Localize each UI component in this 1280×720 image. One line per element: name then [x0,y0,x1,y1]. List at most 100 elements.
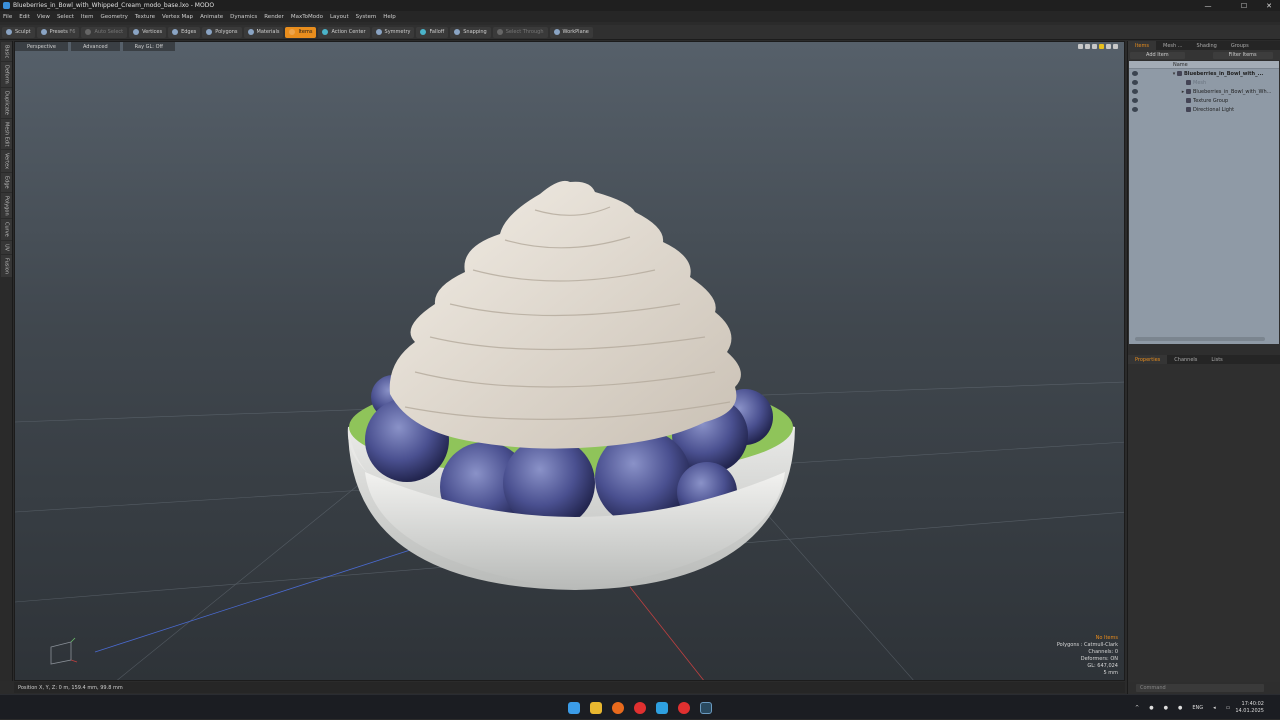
menu-select[interactable]: Select [57,14,74,20]
chrome-icon[interactable]: ● [1178,705,1182,711]
visibility-eye-icon[interactable] [1132,89,1138,94]
tab-groups[interactable]: Groups [1224,41,1256,50]
items-icon [289,29,296,35]
modo-taskbar-icon[interactable] [700,702,712,714]
network-icon[interactable]: ▭ [1226,705,1231,711]
tree-row[interactable]: Mesh [1129,78,1279,87]
visibility-eye-icon[interactable] [1132,98,1138,103]
menu-maxtomodo[interactable]: MaxToModo [291,14,323,20]
move-view-icon[interactable] [1078,44,1083,49]
viewport-nav-icons [1076,44,1118,49]
filter-items-button[interactable]: Filter Items [1212,51,1273,59]
properties-tabs: Properties Channels Lists [1128,355,1280,364]
3d-viewport[interactable]: Perspective Advanced Ray GL: Off No Item… [14,41,1125,681]
menu-animate[interactable]: Animate [200,14,223,20]
menu-vertex-map[interactable]: Vertex Map [162,14,193,20]
tab-edge[interactable]: Edge [1,173,12,192]
tab-shading[interactable]: Shading [1190,41,1224,50]
minimize-button[interactable]: — [1197,0,1219,11]
visibility-eye-icon[interactable] [1132,71,1138,76]
menu-edit[interactable]: Edit [19,14,30,20]
tab-ray-gl[interactable]: Ray GL: Off [122,42,175,51]
tab-fusion[interactable]: Fusion [1,255,12,278]
presets-icon [40,29,47,35]
menu-view[interactable]: View [37,14,50,20]
browser-icon[interactable] [612,702,624,714]
maximize-view-icon[interactable] [1113,44,1118,49]
file-explorer-icon[interactable] [590,702,602,714]
symmetry-button[interactable]: Symmetry [371,26,415,38]
visibility-eye-icon[interactable] [1132,107,1138,112]
tab-properties[interactable]: Properties [1128,355,1168,364]
action-center-button[interactable]: Action Center [318,26,370,38]
menu-geometry[interactable]: Geometry [100,14,127,20]
tree-row[interactable]: ▾ Blueberries_in_Bowl_with_... [1129,69,1279,78]
tab-uv[interactable]: UV [1,241,12,255]
snapping-button[interactable]: Snapping [450,26,491,38]
zoom-view-icon[interactable] [1092,44,1097,49]
time: 17:40:02 [1241,700,1264,707]
workplane-button[interactable]: WorkPlane [549,26,593,38]
menu-item[interactable]: Item [81,14,94,20]
tab-duplicate[interactable]: Duplicate [1,87,12,118]
deformers-info: Deformers: ON [1080,656,1118,662]
sculpt-button[interactable]: Sculpt [2,26,35,38]
tab-mesh-edit[interactable]: Mesh Edit [1,118,12,150]
language-indicator[interactable]: ENG [1192,705,1203,711]
chevron-up-icon[interactable]: ^ [1135,705,1139,711]
volume-icon[interactable]: ◂ [1213,705,1216,711]
menu-dynamics[interactable]: Dynamics [230,14,257,20]
menu-texture[interactable]: Texture [135,14,155,20]
vertices-mode-button[interactable]: Vertices [129,26,167,38]
tab-lists[interactable]: Lists [1204,355,1229,364]
settings-icon[interactable] [1106,44,1111,49]
tab-perspective[interactable]: Perspective [15,42,68,51]
tab-deform[interactable]: Deform [1,62,12,87]
polygons-mode-button[interactable]: Polygons [202,26,242,38]
items-mode-button[interactable]: Items [285,26,317,38]
tree-row[interactable]: ▸ Blueberries_in_Bowl_with_Wh... [1129,87,1279,96]
maximize-button[interactable]: ☐ [1233,0,1255,11]
tab-curve[interactable]: Curve [1,219,12,241]
lock-view-icon[interactable] [1099,44,1104,49]
command-input[interactable]: Command [1136,684,1264,692]
menu-file[interactable]: File [3,14,12,20]
unit-info: 5 mm [1103,670,1118,676]
select-through-button[interactable]: Select Through [492,26,548,38]
messenger-icon[interactable] [656,702,668,714]
tab-polygon[interactable]: Polygon [1,192,12,219]
clock[interactable]: 17:40:02 14.01.2025 [1235,701,1264,715]
menu-help[interactable]: Help [383,14,396,20]
materials-mode-button[interactable]: Materials [243,26,284,38]
tree-row-label: Blueberries_in_Bowl_with_Wh... [1193,88,1272,95]
tab-items[interactable]: Items [1128,41,1156,50]
steam-icon[interactable]: ● [1164,705,1168,711]
tab-basic[interactable]: Basic [1,42,12,62]
auto-select-button[interactable]: Auto Select [81,26,128,38]
items-toolbar: Add Item Filter Items [1128,50,1280,60]
tab-vertex[interactable]: Vertex [1,150,12,173]
windows-start-icon[interactable] [568,702,580,714]
tree-row[interactable]: Directional Light [1129,105,1279,114]
menu-layout[interactable]: Layout [330,14,349,20]
rotate-view-icon[interactable] [1085,44,1090,49]
yandex-icon[interactable] [678,702,690,714]
item-type-icon [1177,71,1182,76]
add-item-button[interactable]: Add Item [1130,51,1185,59]
tree-row[interactable]: Texture Group [1129,96,1279,105]
tree-horizontal-scrollbar[interactable] [1135,337,1265,341]
edges-mode-button[interactable]: Edges [168,26,201,38]
menu-system[interactable]: System [356,14,377,20]
presets-button[interactable]: Presets F6 [36,26,80,38]
bluetooth-icon[interactable]: ● [1149,705,1153,711]
tab-mesh[interactable]: Mesh ... [1156,41,1190,50]
tab-channels[interactable]: Channels [1167,355,1204,364]
menu-render[interactable]: Render [264,14,284,20]
visibility-eye-icon[interactable] [1132,80,1138,85]
falloff-button[interactable]: Falloff [416,26,449,38]
modo-app-icon [3,2,10,9]
tab-advanced[interactable]: Advanced [70,42,120,51]
yandex-browser-icon[interactable] [634,702,646,714]
polygons-icon [206,29,213,35]
close-button[interactable]: ✕ [1258,0,1280,11]
